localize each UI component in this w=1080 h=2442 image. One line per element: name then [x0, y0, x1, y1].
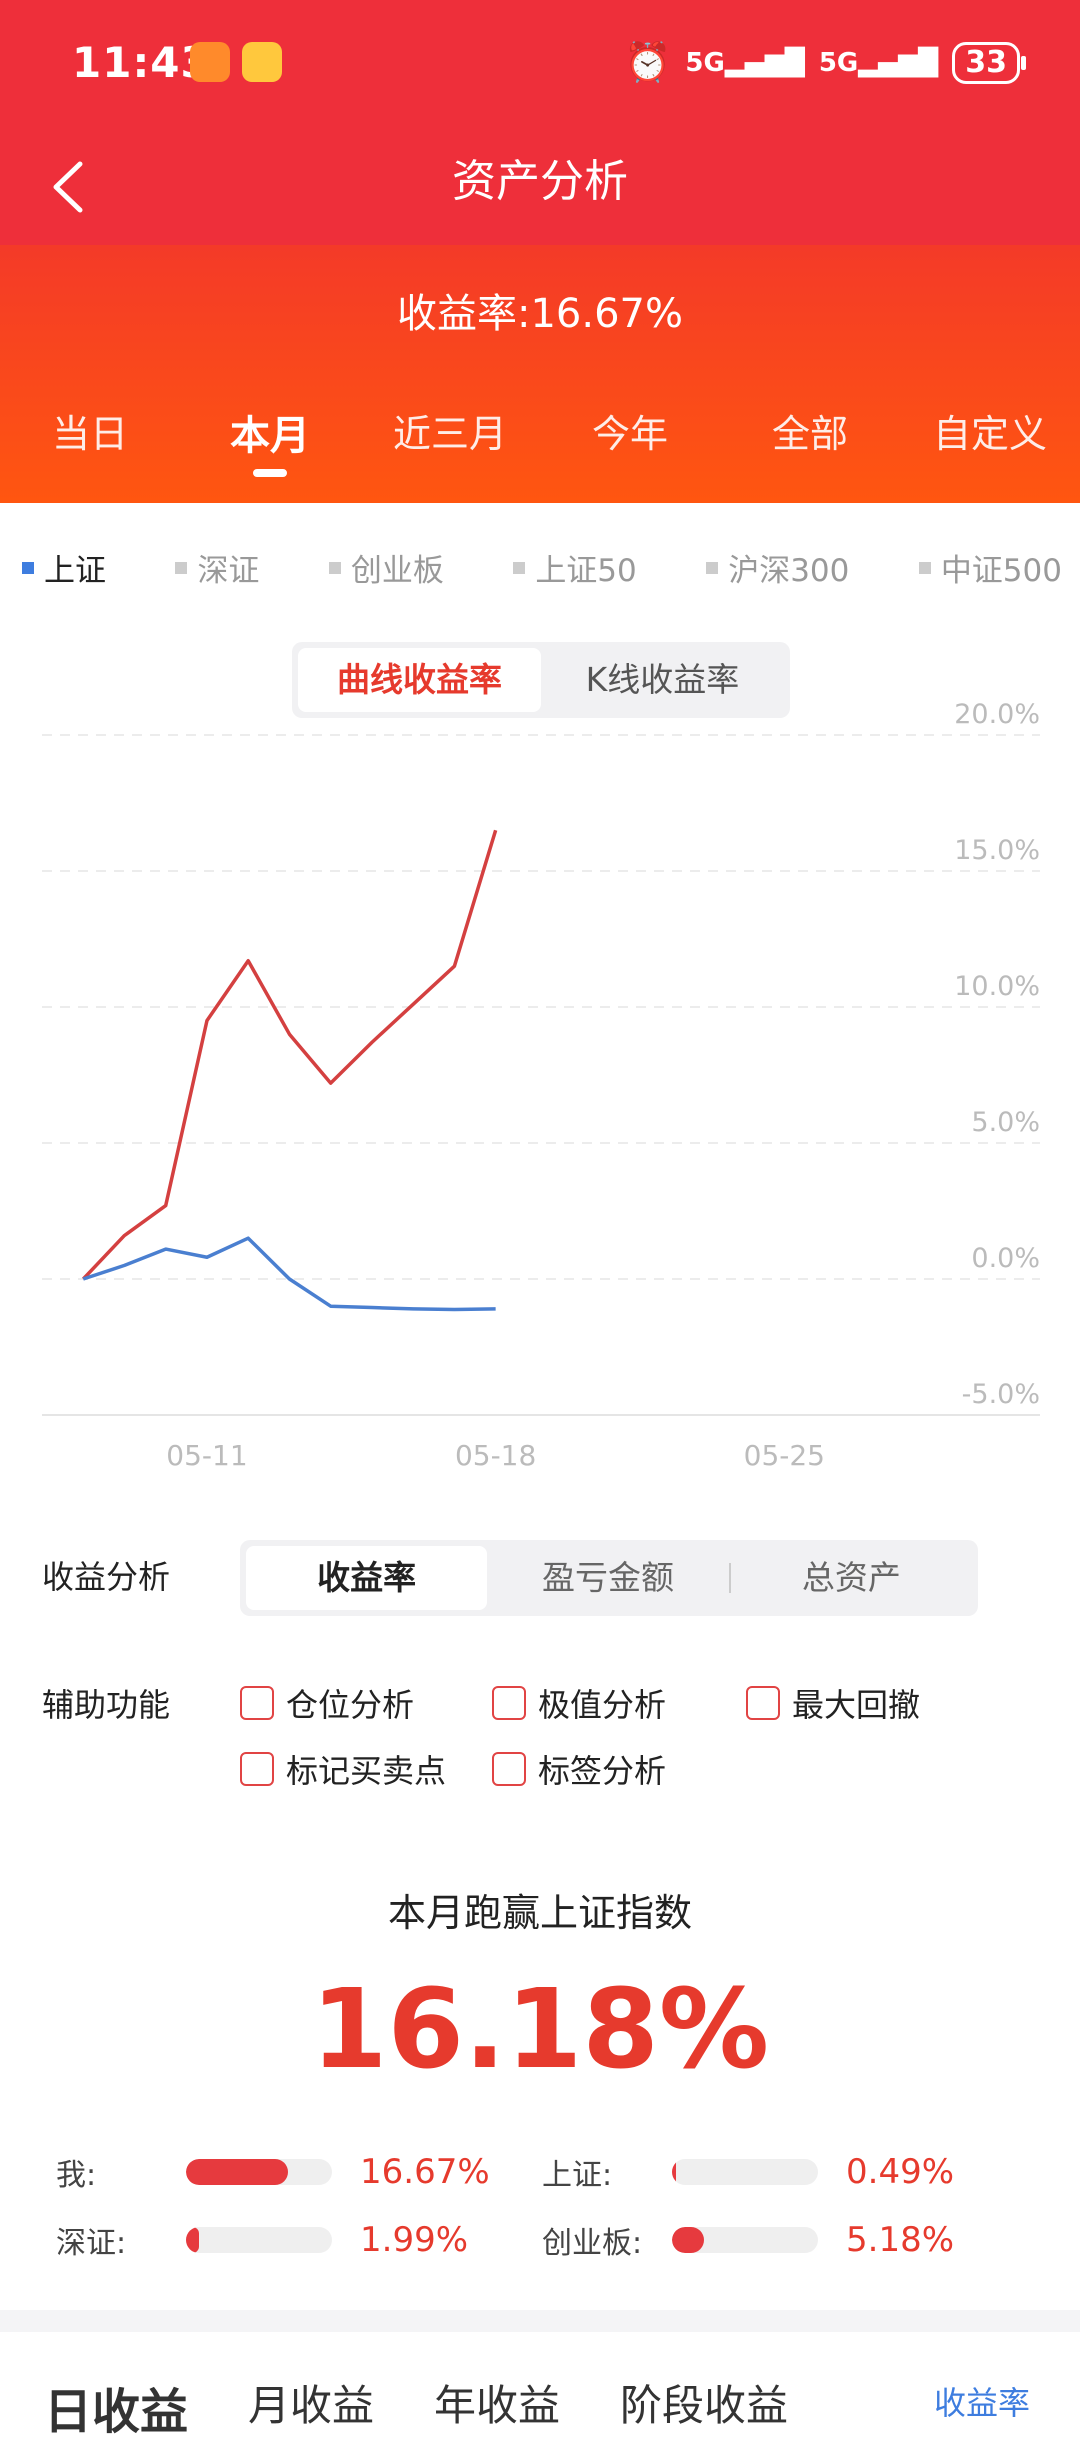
tab-monthly-income[interactable]: 月收益 — [248, 2372, 374, 2442]
option-position-analysis[interactable]: 仓位分析 — [240, 1680, 414, 1726]
y-tick-label: -5.0% — [962, 1379, 1040, 1410]
checkbox-icon — [240, 1752, 274, 1786]
tab-today[interactable]: 当日 — [0, 403, 180, 483]
option-max-drawdown[interactable]: 最大回撤 — [746, 1680, 920, 1726]
tab-three-months[interactable]: 近三月 — [360, 403, 540, 483]
square-icon — [918, 561, 931, 574]
option-extreme-analysis[interactable]: 极值分析 — [492, 1680, 666, 1726]
compare-name: 深证: — [56, 2226, 127, 2261]
compare-chinext: 创业板: 5.18% — [542, 2218, 954, 2262]
y-tick-label: 5.0% — [971, 1107, 1040, 1138]
compare-value: 16.67% — [360, 2152, 490, 2192]
index-csi500[interactable]: 中证500 — [918, 545, 1062, 590]
tab-stage-income[interactable]: 阶段收益 — [620, 2372, 788, 2442]
beat-value: 16.18% — [310, 1965, 770, 2093]
x-tick-label: 05-25 — [744, 1439, 825, 1472]
weibo-app-icon — [242, 42, 282, 82]
index-shanghai[interactable]: 上证 — [22, 545, 106, 590]
summary-panel: 收益率:16.67% 当日 本月 近三月 今年 全部 自定义 — [0, 245, 1080, 503]
aux-label: 辅助功能 — [42, 1686, 171, 1724]
index-chinext[interactable]: 创业板 — [328, 545, 444, 590]
checkbox-icon — [492, 1686, 526, 1720]
app-header: 资产分析 — [0, 130, 1080, 245]
return-rate-link[interactable]: 收益率 — [934, 2378, 1030, 2424]
tab-all[interactable]: 全部 — [720, 403, 900, 483]
series-line-portfolio — [81, 829, 498, 1281]
x-tick-label: 05-18 — [455, 1439, 536, 1472]
checkbox-icon — [240, 1686, 274, 1720]
tab-this-month[interactable]: 本月 — [180, 403, 360, 483]
compare-shenzhen: 深证: 1.99% — [56, 2218, 468, 2262]
compare-bar — [186, 2159, 332, 2185]
compare-value: 1.99% — [360, 2220, 469, 2260]
status-bar: 11:43 ⏰ 5G▂▄▆█ 5G▂▄▆█ 33 — [0, 0, 1080, 130]
period-tabs: 当日 本月 近三月 今年 全部 自定义 — [0, 403, 1080, 483]
square-icon — [175, 561, 188, 574]
alarm-icon: ⏰ — [624, 40, 672, 84]
square-icon — [328, 561, 341, 574]
signal-icon-2: 5G▂▄▆█ — [818, 47, 939, 78]
checkbox-icon — [746, 1686, 780, 1720]
page-title: 资产分析 — [452, 156, 628, 207]
tab-yearly-income[interactable]: 年收益 — [434, 2372, 560, 2442]
index-selector: 上证 深证 创业板 上证50 沪深300 中证500 — [22, 545, 1062, 590]
compare-bar-fill — [672, 2159, 677, 2185]
return-chart: 20.0% 15.0% 10.0% 5.0% 0.0% -5.0% 05-11 05-18 05… — [42, 700, 1040, 1472]
compare-value: 5.18% — [846, 2220, 955, 2260]
compare-bar-fill — [672, 2227, 705, 2253]
compare-name: 上证: — [542, 2158, 613, 2193]
index-sse50[interactable]: 上证50 — [513, 545, 637, 590]
checkbox-icon — [492, 1752, 526, 1786]
index-shenzhen[interactable]: 深证 — [175, 545, 259, 590]
signal-icon-1: 5G▂▄▆█ — [685, 47, 805, 78]
compare-bar — [672, 2159, 818, 2185]
y-tick-label: 10.0% — [954, 971, 1040, 1002]
compare-name: 创业板: — [542, 2226, 643, 2261]
analysis-label: 收益分析 — [42, 1558, 171, 1596]
compare-bar-fill — [186, 2227, 200, 2253]
y-tick-label: 15.0% — [954, 835, 1040, 866]
square-icon — [513, 561, 526, 574]
compare-name: 我: — [56, 2158, 97, 2193]
compare-bar — [672, 2227, 818, 2253]
compare-me: 我: 16.67% — [56, 2150, 490, 2194]
analysis-tabs: 收益率 盈亏金额 总资产 — [240, 1540, 978, 1616]
total-return-rate: 收益率:16.67% — [397, 291, 683, 337]
y-tick-label: 0.0% — [971, 1243, 1040, 1274]
heart-app-icon — [190, 42, 230, 82]
index-csi300[interactable]: 沪深300 — [706, 545, 849, 590]
battery-icon: 33 — [952, 41, 1026, 84]
y-tick-label: 20.0% — [954, 700, 1040, 730]
income-tabs: 日收益 月收益 年收益 阶段收益 收益率 — [44, 2372, 1030, 2442]
tab-custom[interactable]: 自定义 — [900, 403, 1080, 483]
beat-title: 本月跑赢上证指数 — [387, 1891, 692, 1935]
compare-bar — [186, 2227, 332, 2253]
square-icon — [706, 561, 719, 574]
tab-return-rate[interactable]: 收益率 — [246, 1546, 488, 1610]
compare-shanghai: 上证: 0.49% — [542, 2150, 954, 2194]
compare-value: 0.49% — [846, 2152, 955, 2192]
square-icon — [22, 561, 34, 574]
option-mark-trades[interactable]: 标记买卖点 — [240, 1746, 446, 1792]
series-line-index — [82, 1236, 496, 1312]
tab-this-year[interactable]: 今年 — [540, 403, 720, 483]
x-tick-label: 05-11 — [166, 1439, 247, 1472]
tab-profit-amount[interactable]: 盈亏金额 — [487, 1546, 728, 1610]
status-icons: ⏰ 5G▂▄▆█ 5G▂▄▆█ 33 — [624, 40, 1026, 85]
tab-daily-income[interactable]: 日收益 — [44, 2372, 188, 2442]
compare-bar-fill — [186, 2159, 289, 2185]
section-divider — [0, 2310, 1080, 2332]
tab-total-assets[interactable]: 总资产 — [731, 1546, 972, 1610]
option-tag-analysis[interactable]: 标签分析 — [492, 1746, 666, 1792]
